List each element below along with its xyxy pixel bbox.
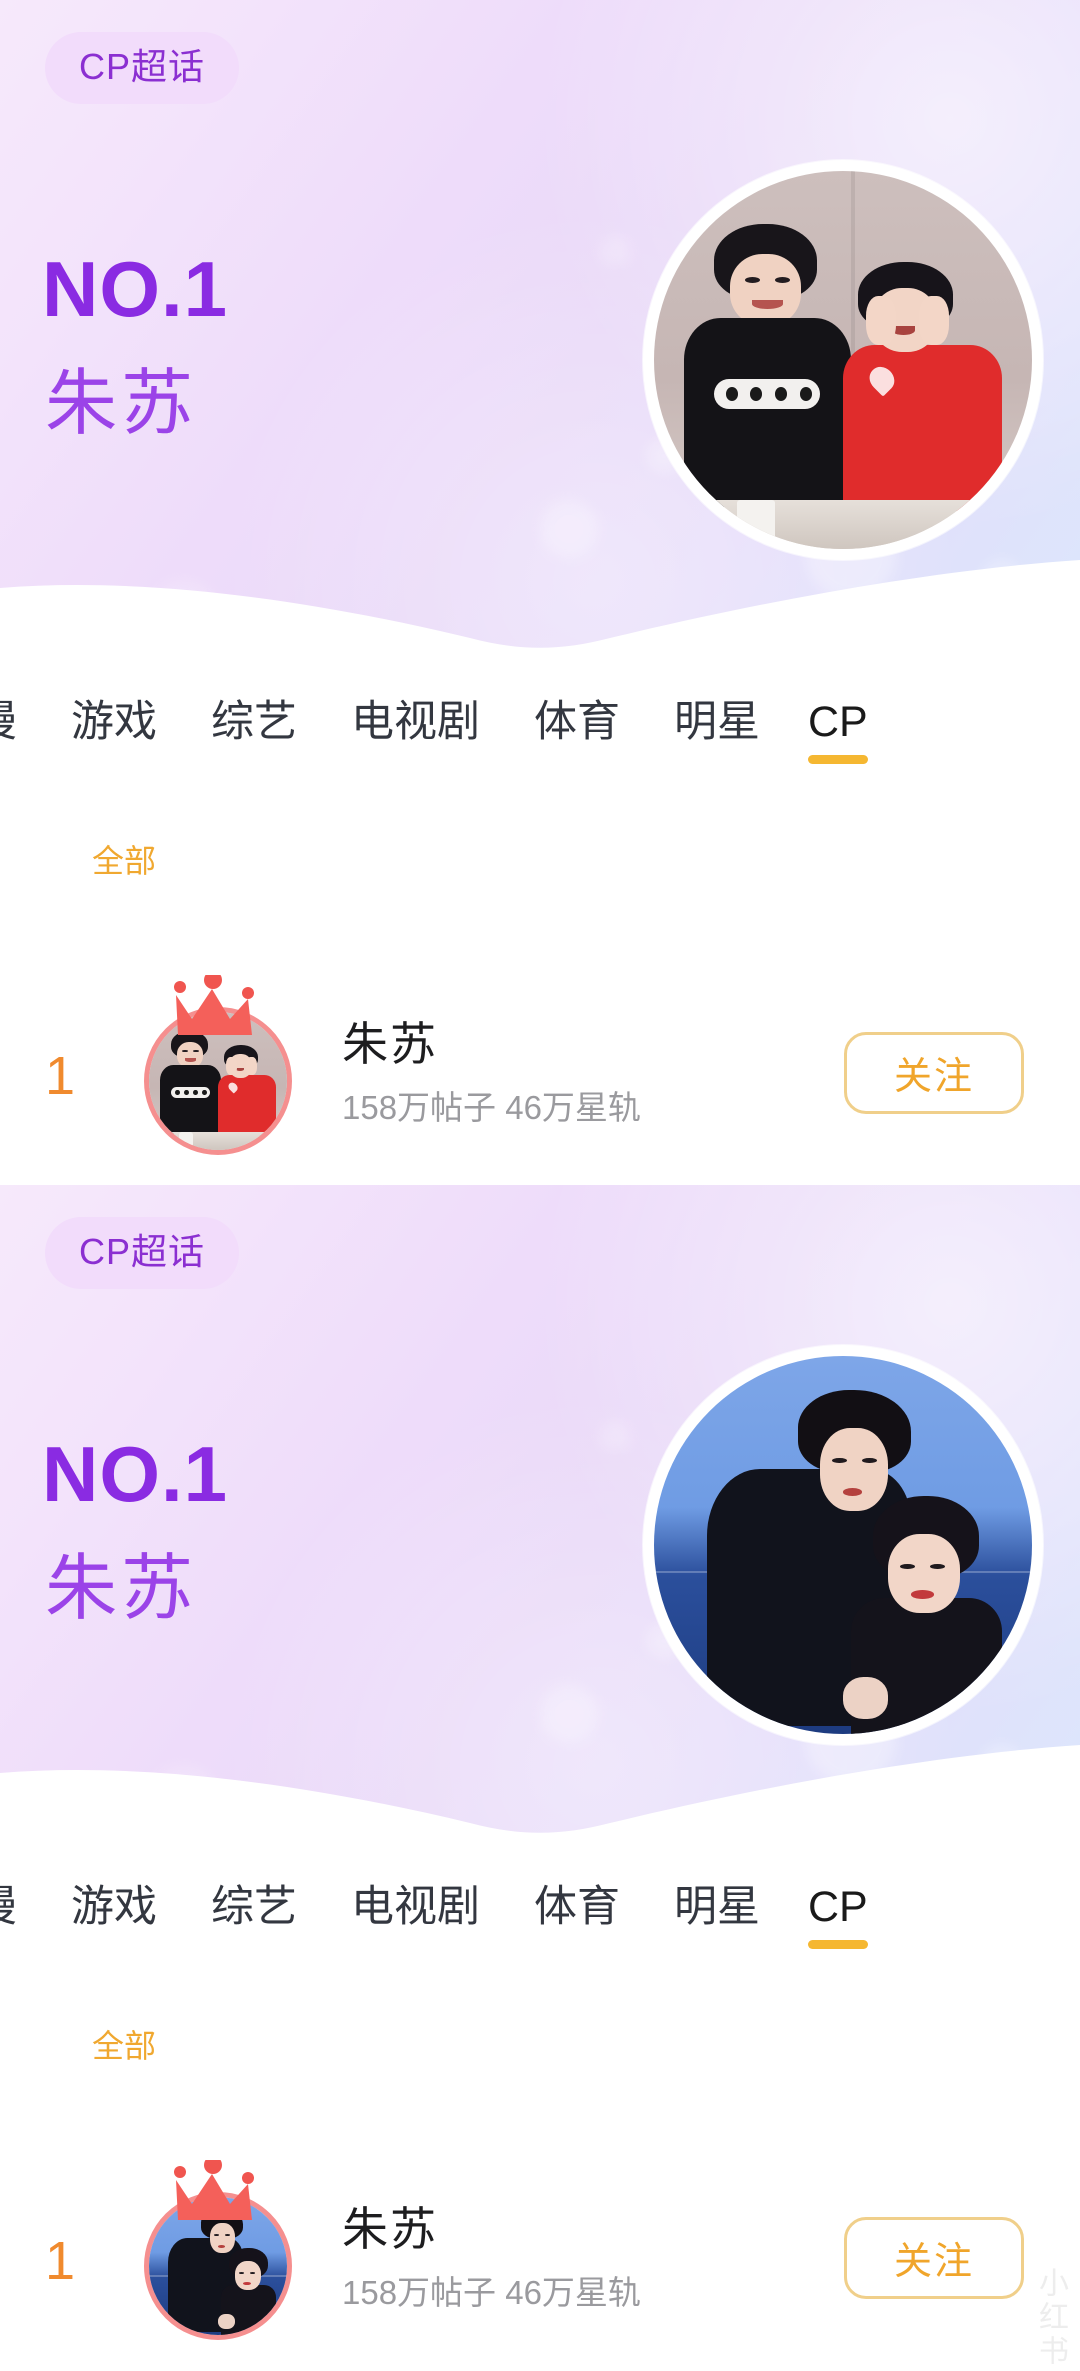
tab-games[interactable]: 游戏 [71, 1885, 157, 1935]
tab-cp[interactable]: CP [808, 697, 868, 764]
subcategory-bar-1: 全部 [0, 845, 1080, 925]
hero-avatar-photo-indoor [654, 171, 1032, 549]
tab-tv-drama[interactable]: 电视剧 [351, 700, 480, 750]
rank-number: 1 [44, 1045, 76, 1106]
bokeh-light [600, 236, 630, 266]
cp-supertopic-badge[interactable]: CP超话 [45, 32, 240, 104]
list-item-meta: 朱苏 158万帖子 46万星轨 [300, 1021, 844, 1124]
list-item-stats: 158万帖子 46万星轨 [342, 2274, 641, 2311]
ranking-list-row[interactable]: 1 朱苏 158万帖子 46万星轨 关注 [0, 960, 1080, 1185]
crown-icon [174, 2159, 254, 2220]
follow-button[interactable]: 关注 [844, 2216, 1024, 2299]
tab-active-underline [808, 1939, 868, 1949]
ranking-panel-2: CP超话 NO.1 朱苏 漫 游戏 综艺 电 [0, 1185, 1080, 2371]
hero-banner-1: CP超话 NO.1 朱苏 [0, 0, 1080, 660]
hero-topic-name: 朱苏 [45, 1549, 198, 1629]
category-tab-bar-2[interactable]: 漫 游戏 综艺 电视剧 体育 明星 CP [0, 1845, 1080, 1975]
cp-supertopic-badge[interactable]: CP超话 [45, 1217, 240, 1289]
hero-wave-divider [0, 530, 1080, 660]
tab-variety[interactable]: 综艺 [211, 1885, 297, 1935]
tab-cp-label: CP [808, 1882, 868, 1931]
list-item-stats: 158万帖子 46万星轨 [342, 1089, 641, 1126]
list-item-meta: 朱苏 158万帖子 46万星轨 [300, 2206, 844, 2309]
list-item-name: 朱苏 [342, 2203, 438, 2255]
crown-icon [174, 974, 254, 1035]
tab-sports[interactable]: 体育 [534, 1885, 620, 1935]
app-watermark: 小红书 [1034, 2267, 1067, 2369]
list-item-name: 朱苏 [342, 1018, 438, 1070]
list-avatar-wrapper[interactable] [120, 2158, 300, 2358]
subcategory-bar-2: 全部 [0, 2030, 1080, 2110]
ranking-list-row[interactable]: 1 朱苏 158万帖子 46万星轨 关注 [0, 2145, 1080, 2370]
tab-celebrity[interactable]: 明星 [674, 1885, 760, 1935]
tab-active-underline [808, 754, 868, 764]
list-avatar-wrapper[interactable] [120, 973, 300, 1173]
hero-avatar-photo-seaside [654, 1356, 1032, 1734]
tab-cp-label: CP [808, 697, 868, 746]
tab-manhua[interactable]: 漫 [0, 700, 17, 750]
tab-variety[interactable]: 综艺 [211, 700, 297, 750]
hero-rank-label: NO.1 [42, 245, 229, 333]
category-tab-bar-1[interactable]: 漫 游戏 综艺 电视剧 体育 明星 CP [0, 660, 1080, 790]
tab-sports[interactable]: 体育 [534, 700, 620, 750]
rank-number: 1 [44, 2230, 76, 2291]
bokeh-light [600, 1421, 630, 1451]
tab-manhua[interactable]: 漫 [0, 1885, 17, 1935]
tab-cp[interactable]: CP [808, 1882, 868, 1949]
subtab-all[interactable]: 全部 [92, 845, 156, 877]
hero-rank-label: NO.1 [42, 1430, 229, 1518]
tab-tv-drama[interactable]: 电视剧 [351, 1885, 480, 1935]
tab-games[interactable]: 游戏 [71, 700, 157, 750]
hero-avatar[interactable] [643, 1345, 1043, 1745]
hero-topic-name: 朱苏 [45, 364, 198, 444]
tab-celebrity[interactable]: 明星 [674, 700, 760, 750]
hero-avatar[interactable] [643, 160, 1043, 560]
hero-wave-divider [0, 1715, 1080, 1845]
hero-banner-2: CP超话 NO.1 朱苏 [0, 1185, 1080, 1845]
ranking-panel-1: CP超话 NO.1 朱苏 漫 游戏 [0, 0, 1080, 1185]
subtab-all[interactable]: 全部 [92, 2030, 156, 2062]
follow-button[interactable]: 关注 [844, 1031, 1024, 1114]
